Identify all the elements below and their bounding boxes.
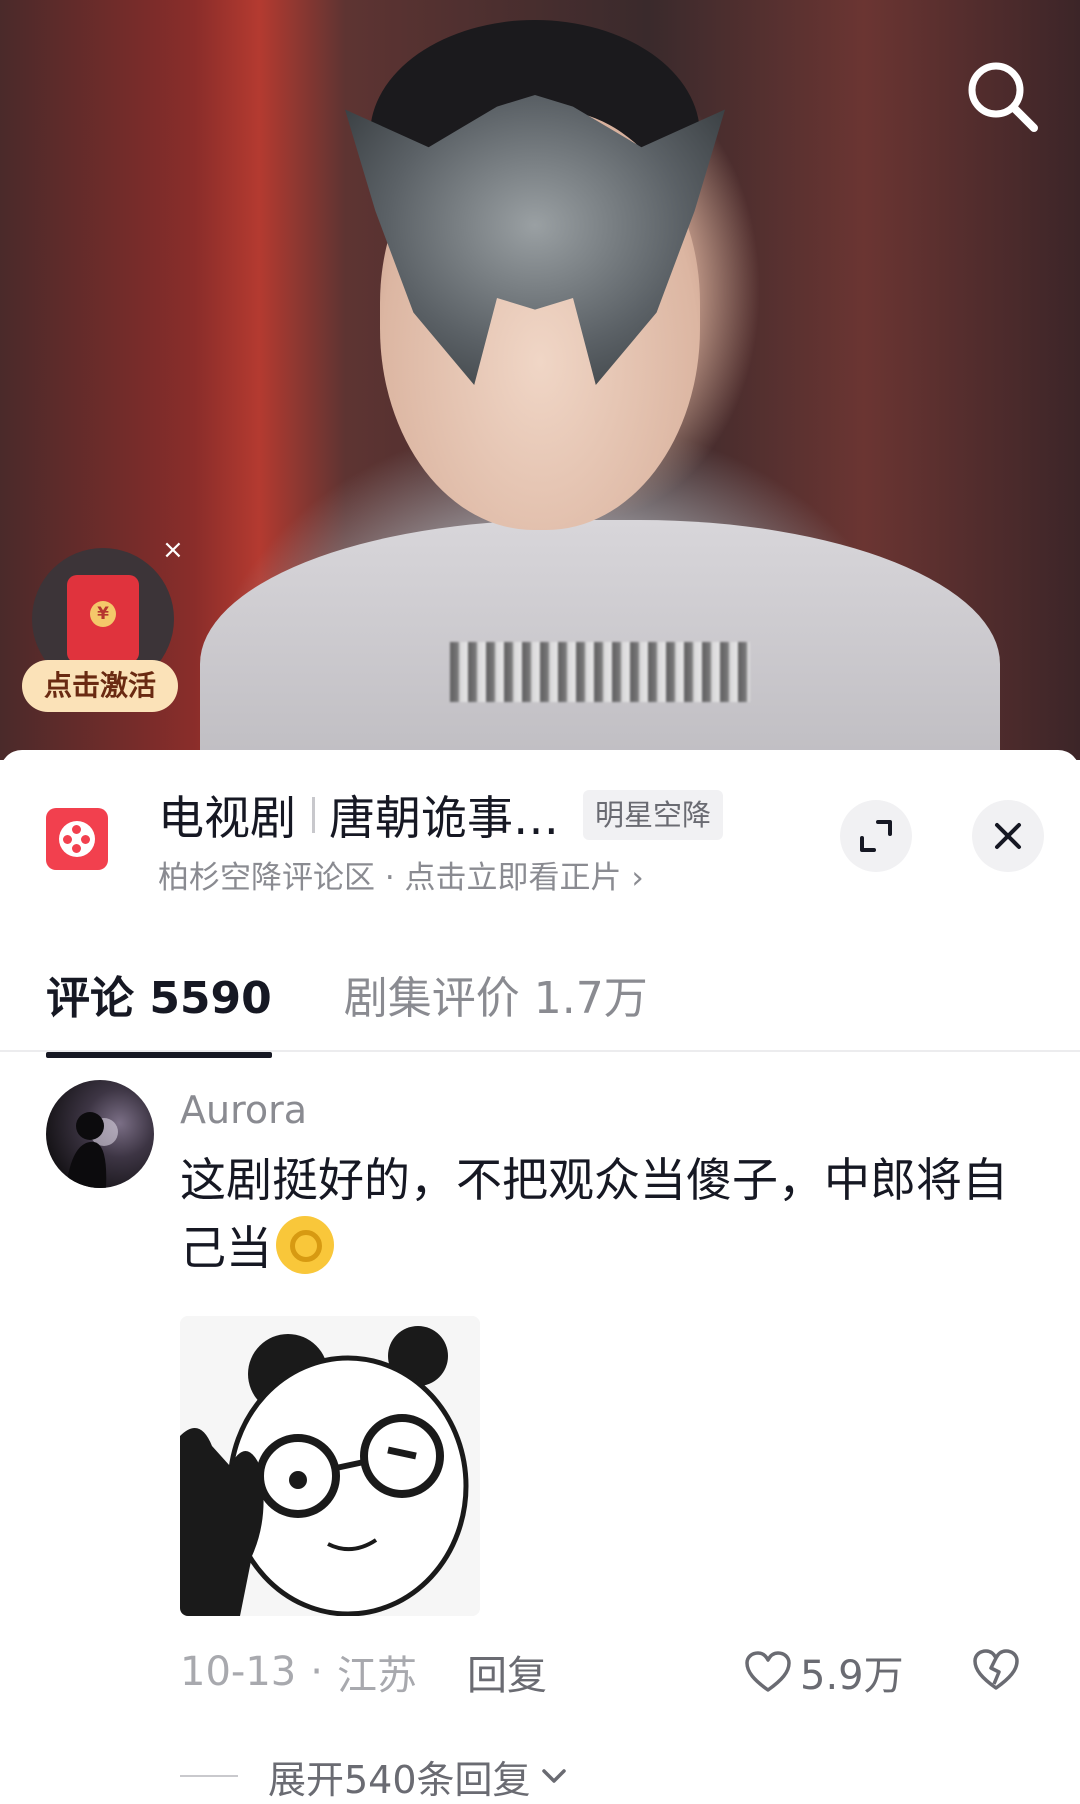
reply-button[interactable]: 回复 bbox=[467, 1643, 547, 1701]
ok-hand-emoji-icon bbox=[276, 1216, 334, 1274]
expand-replies-label: 展开540条回复 bbox=[268, 1757, 531, 1802]
video-subtitle bbox=[450, 642, 750, 702]
red-packet-close-icon[interactable]: × bbox=[162, 535, 184, 565]
star-tag: 明星空降 bbox=[583, 790, 724, 840]
meta-separator: · bbox=[310, 1649, 323, 1695]
dislike-button[interactable] bbox=[972, 1648, 1020, 1702]
drama-title: 唐朝诡事… bbox=[329, 791, 559, 845]
tabs-divider bbox=[0, 1050, 1080, 1052]
film-reel-icon[interactable] bbox=[46, 808, 108, 870]
comment-tabs: 评论 5590 剧集评价 1.7万 bbox=[46, 962, 720, 1062]
drama-subtitle-link[interactable]: 柏杉空降评论区 · 点击立即看正片 › bbox=[158, 852, 644, 897]
comment-sheet: 电视剧 唐朝诡事… 明星空降 柏杉空降评论区 · 点击立即看正片 › 评论 55… bbox=[0, 750, 1080, 1802]
tab-episode-ratings[interactable]: 剧集评价 1.7万 bbox=[344, 962, 648, 1058]
close-sheet-button[interactable] bbox=[972, 800, 1044, 872]
comment-text-block: 这剧挺好的，不把观众当傻子，中郎将自己当 bbox=[180, 1146, 1020, 1282]
expand-button[interactable] bbox=[840, 800, 912, 872]
search-icon bbox=[968, 62, 1038, 132]
tab-comments[interactable]: 评论 5590 bbox=[46, 962, 272, 1058]
red-envelope-icon bbox=[67, 575, 139, 663]
drama-subtitle: 柏杉空降评论区 · 点击立即看正片 bbox=[158, 860, 622, 896]
expand-replies-button[interactable]: 展开540条回复 bbox=[180, 1748, 571, 1804]
panda-sticker-icon bbox=[180, 1316, 480, 1616]
expand-divider-line bbox=[180, 1775, 238, 1777]
red-packet-label[interactable]: 点击激活 bbox=[22, 660, 178, 712]
broken-heart-icon bbox=[973, 1649, 1019, 1690]
comment-location: 江苏 bbox=[336, 1653, 417, 1699]
chevron-right-icon: › bbox=[631, 860, 644, 896]
drama-category: 电视剧 bbox=[158, 791, 296, 845]
search-button[interactable] bbox=[962, 56, 1042, 136]
title-divider bbox=[312, 797, 315, 833]
comment-date: 10-13 bbox=[180, 1649, 297, 1695]
comment-username[interactable]: Aurora bbox=[180, 1088, 307, 1132]
like-button[interactable]: 5.9万 bbox=[744, 1642, 904, 1702]
heart-icon bbox=[745, 1651, 791, 1692]
expand-icon bbox=[860, 820, 892, 852]
comment-sticker-image[interactable] bbox=[180, 1316, 480, 1616]
like-count: 5.9万 bbox=[800, 1653, 904, 1699]
red-packet-widget[interactable]: 点击激活 bbox=[22, 548, 192, 718]
close-icon bbox=[995, 823, 1021, 849]
video-frame-robe bbox=[200, 520, 1000, 760]
avatar-image bbox=[66, 1112, 118, 1188]
drama-title-row[interactable]: 电视剧 唐朝诡事… 明星空降 bbox=[158, 780, 724, 850]
avatar[interactable] bbox=[46, 1080, 154, 1188]
comment-meta: 10-13 · 江苏 回复 5.9万 bbox=[180, 1642, 1040, 1702]
